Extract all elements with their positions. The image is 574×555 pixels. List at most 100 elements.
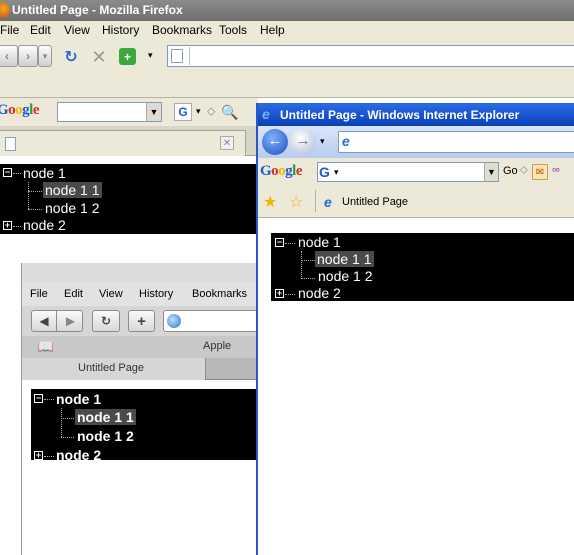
safari-bookmarks-bar: 📖 Apple [22, 336, 259, 358]
dropdown-arrow-icon[interactable]: ▾ [148, 50, 153, 61]
ie-nav-toolbar: ← → ▾ e [258, 126, 574, 158]
expand-icon[interactable]: + [3, 221, 12, 230]
separator-icon: ⬦ [207, 104, 216, 118]
tree-node-selected[interactable]: node 1 1 [75, 409, 136, 425]
google-logo: Google [260, 163, 303, 179]
firefox-menu-bar: File Edit View History Bookmarks Tools H… [0, 21, 574, 41]
add-bookmark-plus-icon[interactable]: + [128, 310, 155, 332]
safari-tab-bar: Untitled Page [22, 358, 259, 380]
firefox-bookmarks-toolbar [0, 71, 574, 98]
google-search-input[interactable]: ▼ [57, 102, 162, 122]
ie-address-field[interactable]: e [338, 131, 574, 153]
safari-window: File Edit View History Bookmarks ◀ ▶ ↻ +… [21, 263, 263, 555]
forward-icon[interactable]: › [18, 45, 38, 67]
expand-icon[interactable]: + [34, 451, 43, 460]
tree-node[interactable]: node 1 2 [45, 200, 100, 216]
tree-node-selected[interactable]: node 1 1 [43, 182, 102, 198]
ie-google-toolbar: Google G ▾ ▼ Go ⬦ ✉ ∞ [258, 158, 574, 186]
collapse-icon[interactable]: − [3, 168, 12, 177]
safari-tree-view: − node 1 node 1 1 node 1 2 + node 2 [31, 389, 259, 463]
google-g-button-icon[interactable]: G [174, 103, 192, 121]
ie-tree-view: − node 1 node 1 1 node 1 2 + node 2 [271, 233, 574, 301]
reload-icon[interactable]: ↻ [62, 48, 80, 66]
safari-title-bar[interactable] [22, 263, 259, 282]
bookmark-apple[interactable]: Apple [203, 340, 231, 352]
menu-edit[interactable]: Edit [64, 288, 83, 300]
new-tab-plus-icon[interactable]: + [119, 48, 136, 65]
ie-tab-title[interactable]: Untitled Page [342, 196, 408, 208]
dropdown-arrow-icon: ▾ [334, 167, 339, 177]
page-icon [5, 137, 16, 151]
history-dropdown-icon[interactable]: ▾ [38, 45, 52, 67]
menu-file[interactable]: File [0, 23, 19, 37]
tree-node[interactable]: node 1 [23, 165, 66, 181]
firefox-title-bar[interactable]: Untitled Page - Mozilla Firefox [0, 0, 574, 21]
book-icon[interactable]: 📖 [37, 339, 55, 354]
tree-node[interactable]: node 1 2 [77, 428, 134, 444]
toolbar-button-icon[interactable]: ∞ [552, 164, 560, 176]
forward-icon[interactable]: → [290, 129, 316, 155]
safari-url-field[interactable] [163, 310, 263, 332]
menu-file[interactable]: File [30, 288, 48, 300]
forward-icon[interactable]: ▶ [58, 311, 83, 331]
tree-node[interactable]: node 2 [23, 217, 66, 233]
add-favorite-icon[interactable]: ☆ [289, 192, 303, 212]
firefox-tree-view: − node 1 node 1 1 node 1 2 + node 2 [0, 164, 256, 234]
stop-icon[interactable]: ✕ [90, 47, 108, 67]
firefox-window-title: Untitled Page - Mozilla Firefox [12, 3, 183, 17]
dropdown-arrow-icon[interactable]: ▾ [320, 136, 325, 147]
google-search-input[interactable]: G ▾ ▼ [317, 162, 499, 182]
close-tab-icon[interactable]: ✕ [220, 136, 234, 150]
tree-node[interactable]: node 2 [298, 285, 341, 301]
globe-icon [167, 314, 181, 328]
menu-history[interactable]: History [139, 288, 173, 300]
safari-nav-toolbar: ◀ ▶ ↻ + [22, 306, 263, 336]
search-dropdown-icon[interactable]: ▼ [484, 163, 498, 181]
ie-logo-icon: e [262, 106, 270, 122]
google-g-icon: G [319, 164, 330, 180]
collapse-icon[interactable]: − [275, 238, 284, 247]
search-dropdown-icon[interactable]: ▼ [146, 103, 161, 121]
tree-node[interactable]: node 1 [56, 391, 101, 407]
separator-icon: ⬦ [520, 164, 528, 176]
menu-bookmarks[interactable]: Bookmarks [152, 23, 212, 37]
firefox-logo-icon [0, 2, 10, 18]
go-button[interactable]: Go [503, 165, 518, 177]
ie-tab-icon: e [324, 194, 332, 210]
page-icon [171, 49, 183, 63]
menu-view[interactable]: View [99, 288, 123, 300]
favorites-star-icon[interactable]: ★ [263, 192, 277, 212]
tree-node[interactable]: node 2 [56, 447, 101, 463]
ie-page-icon: e [342, 133, 350, 149]
ie-window: e Untitled Page - Windows Internet Explo… [256, 103, 574, 555]
safari-tab-title: Untitled Page [78, 362, 145, 374]
safari-tab[interactable]: Untitled Page [22, 358, 206, 380]
reload-icon[interactable]: ↻ [92, 310, 120, 332]
google-logo: Google [0, 102, 40, 118]
firefox-nav-toolbar: ‹ › ▾ ↻ ✕ + ▾ [0, 41, 574, 71]
firefox-tab[interactable]: ✕ [0, 130, 246, 156]
tree-node[interactable]: node 1 [298, 234, 341, 250]
ie-favorites-bar: ★ ☆ e Untitled Page [258, 186, 574, 218]
collapse-icon[interactable]: − [34, 394, 43, 403]
magnifier-icon[interactable]: 🔍 [221, 103, 239, 121]
firefox-google-toolbar: Google ▼ G ▾ ⬦ 🔍 [0, 98, 258, 126]
back-icon[interactable]: ◀ [32, 311, 57, 331]
menu-tools[interactable]: Tools [219, 23, 247, 37]
menu-history[interactable]: History [102, 23, 139, 37]
tree-node[interactable]: node 1 2 [318, 268, 373, 284]
dropdown-arrow-icon[interactable]: ▾ [196, 106, 201, 117]
menu-edit[interactable]: Edit [30, 23, 51, 37]
firefox-url-field[interactable] [167, 45, 574, 67]
back-icon[interactable]: ‹ [0, 45, 18, 67]
back-icon[interactable]: ← [262, 129, 288, 155]
tree-node-selected[interactable]: node 1 1 [315, 251, 374, 267]
safari-menu-bar: File Edit View History Bookmarks [22, 282, 259, 306]
ie-window-title: Untitled Page - Windows Internet Explore… [280, 108, 520, 122]
menu-help[interactable]: Help [260, 23, 285, 37]
bookmark-icon[interactable]: ✉ [532, 164, 548, 180]
menu-view[interactable]: View [64, 23, 90, 37]
ie-title-bar[interactable]: e Untitled Page - Windows Internet Explo… [258, 103, 574, 126]
menu-bookmarks[interactable]: Bookmarks [192, 288, 247, 300]
expand-icon[interactable]: + [275, 289, 284, 298]
